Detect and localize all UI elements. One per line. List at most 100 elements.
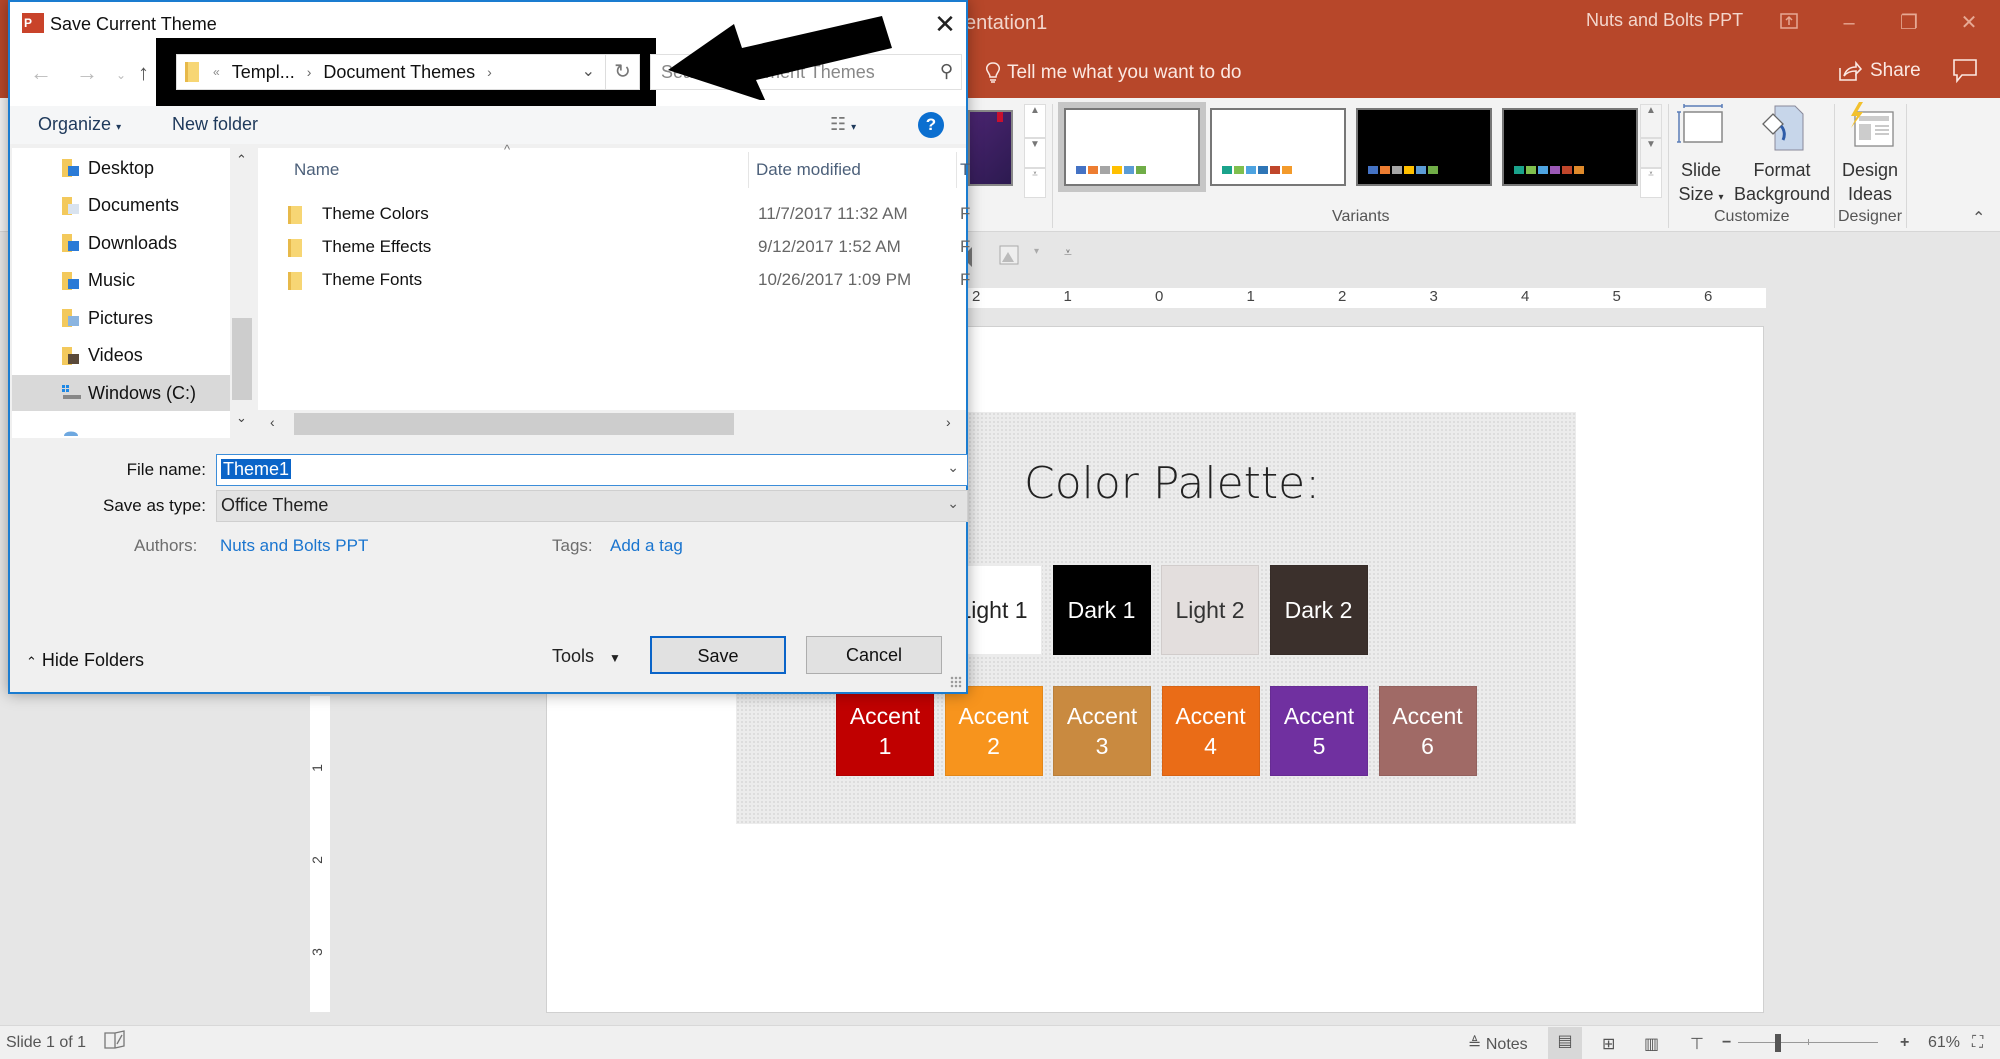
accent-color-swatch[interactable]: Accent 6 — [1378, 686, 1477, 776]
comments-button[interactable] — [1952, 58, 1980, 84]
accent-label: Accent — [1066, 703, 1138, 729]
normal-view-button[interactable]: ▤ — [1548, 1027, 1582, 1059]
chevron-down-icon[interactable]: ⌄ — [947, 459, 959, 476]
breadcrumb-segment-document-themes[interactable]: Document Themes — [323, 62, 475, 83]
variant-1[interactable] — [1058, 102, 1206, 192]
save-button[interactable]: Save — [650, 636, 786, 674]
breadcrumb-segment-templates[interactable]: Templ... — [232, 62, 295, 83]
minimize-button[interactable]: – — [1824, 6, 1874, 40]
restore-button[interactable]: ❐ — [1884, 6, 1934, 40]
breadcrumb-separator-icon[interactable]: › — [487, 64, 492, 80]
file-row[interactable]: Theme Fonts 10/26/2017 1:09 PM F — [288, 266, 970, 296]
authors-value[interactable]: Nuts and Bolts PPT — [220, 536, 368, 556]
nav-item-label: Documents — [88, 195, 180, 215]
nav-item-network[interactable] — [12, 414, 230, 438]
column-header-type[interactable]: T — [960, 160, 970, 180]
file-row[interactable]: Theme Colors 11/7/2017 11:32 AM F — [288, 200, 970, 230]
refresh-button[interactable]: ↻ — [605, 55, 639, 89]
variant-3[interactable] — [1356, 108, 1492, 186]
tell-me-search[interactable]: Tell me what you want to do — [985, 62, 1241, 84]
zoom-out-button[interactable]: − — [1722, 1034, 1731, 1052]
add-tag-link[interactable]: Add a tag — [610, 536, 683, 556]
accent-color-swatch[interactable]: Accent 2 — [944, 686, 1043, 776]
scrollbar-thumb[interactable] — [232, 318, 252, 400]
fit-to-window-button[interactable]: ⛶ — [1972, 1034, 1983, 1052]
breadcrumb-overflow[interactable]: « — [213, 65, 220, 79]
variant-4[interactable] — [1502, 108, 1638, 186]
new-folder-button[interactable]: New folder — [172, 114, 258, 135]
picture-icon[interactable] — [998, 244, 1022, 268]
back-button[interactable]: ← — [30, 60, 52, 86]
column-header-name[interactable]: Name — [294, 160, 339, 180]
notes-button[interactable]: ≜ Notes — [1468, 1034, 1528, 1054]
nav-item-windows-c[interactable]: Windows (C:) — [12, 375, 230, 411]
themes-scroll-down[interactable]: ▼ — [1024, 138, 1046, 168]
slide-title[interactable]: Color Palette: — [1024, 458, 1320, 509]
scrollbar-thumb[interactable] — [294, 413, 734, 435]
help-button[interactable]: ? — [918, 112, 944, 138]
scroll-left-icon[interactable]: ‹ — [270, 414, 275, 430]
zoom-level[interactable]: 61% — [1928, 1034, 1960, 1052]
slide-sorter-button[interactable]: ⊞ — [1602, 1034, 1615, 1054]
accent-color-swatch[interactable]: Accent 1 — [836, 686, 934, 776]
theme-color-swatch[interactable]: Dark 2 — [1269, 565, 1368, 655]
dialog-close-button[interactable]: ✕ — [930, 10, 960, 40]
customize-qat-icon[interactable]: ⩡ — [1064, 244, 1072, 261]
accent-color-swatch[interactable]: Accent 4 — [1161, 686, 1260, 776]
theme-color-swatch[interactable]: Light 2 — [1161, 565, 1259, 655]
resize-grip[interactable] — [950, 676, 962, 688]
accent-color-swatch[interactable]: Accent 5 — [1270, 686, 1368, 776]
address-bar[interactable]: « Templ... › Document Themes › ⌄ ↻ — [176, 54, 640, 90]
theme-thumbnail[interactable] — [968, 110, 1013, 186]
hide-folders-button[interactable]: ⌃ Hide Folders — [26, 650, 144, 671]
share-button[interactable]: Share — [1838, 60, 1921, 82]
format-background-button[interactable]: Format Background — [1732, 102, 1832, 206]
dropdown-arrow-icon[interactable]: ▾ — [1034, 246, 1039, 257]
organize-button[interactable]: Organize ▾ — [38, 114, 121, 135]
up-button[interactable]: ↑ — [138, 60, 149, 86]
variants-scroll-up[interactable]: ▲ — [1640, 104, 1662, 138]
variant-color-swatch — [1416, 166, 1426, 174]
reading-view-button[interactable]: ▥ — [1644, 1034, 1659, 1054]
zoom-slider-thumb[interactable] — [1774, 1034, 1781, 1052]
ribbon-display-options-button[interactable] — [1764, 6, 1814, 40]
breadcrumb-separator-icon[interactable]: › — [307, 64, 312, 80]
app-close-button[interactable]: ✕ — [1944, 6, 1994, 40]
scroll-right-icon[interactable]: › — [946, 414, 951, 430]
design-ideas-button[interactable]: Design Ideas — [1836, 102, 1904, 206]
nav-item-videos[interactable]: Videos — [12, 338, 230, 374]
forward-button[interactable]: → — [76, 60, 98, 86]
themes-scroll-up[interactable]: ▲ — [1024, 104, 1046, 138]
slide-size-button[interactable]: Slide Size ▾ — [1670, 102, 1732, 210]
user-name[interactable]: Nuts and Bolts PPT — [1586, 10, 1743, 31]
file-name-input[interactable]: Theme1 ⌄ — [216, 454, 968, 486]
nav-item-pictures[interactable]: Pictures — [12, 300, 230, 336]
slideshow-button[interactable]: ⊤ — [1690, 1034, 1704, 1054]
file-row[interactable]: Theme Effects 9/12/2017 1:52 AM F — [288, 233, 970, 263]
recent-locations-button[interactable]: ⌄ — [116, 68, 126, 82]
variants-scroll-down[interactable]: ▼ — [1640, 138, 1662, 168]
column-header-date-modified[interactable]: Date modified — [756, 160, 861, 180]
variants-more-button[interactable]: ⩡ — [1640, 168, 1662, 198]
cancel-button[interactable]: Cancel — [806, 636, 942, 674]
nav-item-desktop[interactable]: Desktop — [12, 150, 230, 186]
nav-item-music[interactable]: Music — [12, 263, 230, 299]
variant-2[interactable] — [1210, 108, 1346, 186]
spell-check-icon[interactable] — [104, 1030, 126, 1055]
collapse-ribbon-button[interactable]: ⌃ — [1972, 208, 1985, 228]
tools-button[interactable]: Tools ▼ — [552, 646, 621, 667]
save-as-type-select[interactable]: Office Theme ⌄ — [216, 490, 968, 522]
scroll-down-icon[interactable]: ⌄ — [236, 410, 247, 426]
zoom-slider[interactable] — [1738, 1034, 1878, 1052]
nav-pane-scrollbar[interactable]: ⌃ ⌄ — [230, 148, 254, 438]
theme-color-swatch[interactable]: Dark 1 — [1052, 565, 1151, 655]
address-history-dropdown[interactable]: ⌄ — [582, 61, 595, 81]
nav-item-downloads[interactable]: Downloads — [12, 225, 230, 261]
file-list-horizontal-scrollbar[interactable]: ‹ › — [258, 410, 966, 436]
accent-color-swatch[interactable]: Accent 3 — [1053, 686, 1151, 776]
zoom-in-button[interactable]: + — [1900, 1034, 1909, 1052]
scroll-up-icon[interactable]: ⌃ — [236, 152, 247, 168]
nav-item-documents[interactable]: Documents — [12, 188, 230, 224]
themes-more-button[interactable]: ⩡ — [1024, 168, 1046, 198]
change-view-button[interactable]: ☷ ▾ — [830, 114, 856, 135]
